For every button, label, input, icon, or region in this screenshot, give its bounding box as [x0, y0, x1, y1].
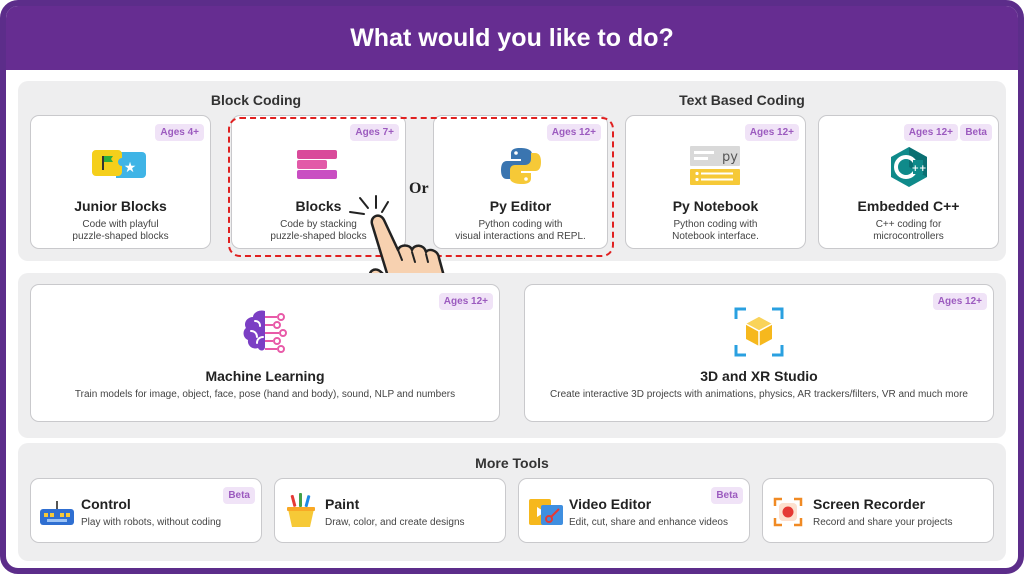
video-edit-icon	[529, 497, 563, 532]
tool-title: Screen Recorder	[813, 496, 926, 512]
card-description: Python coding with Notebook interface.	[672, 219, 759, 242]
tool-title: Control	[81, 496, 131, 512]
notebook-icon: py	[689, 146, 742, 186]
age-badge: Ages 4+	[155, 124, 204, 141]
card-title: Py Editor	[489, 198, 552, 214]
beta-badge: Beta	[223, 487, 255, 504]
age-badge: Ages 12+	[438, 293, 493, 310]
card-description: Code with playful puzzle-shaped blocks	[72, 219, 169, 242]
card-description: Python coding with visual interactions a…	[455, 219, 586, 242]
app-frame: What would you like to do? Block Coding …	[0, 0, 1024, 574]
puzzle-pieces-icon: ★	[91, 146, 150, 182]
page-title: What would you like to do?	[350, 23, 674, 52]
python-logo-icon	[500, 146, 541, 186]
py-notebook-card[interactable]: Ages 12+ py Py Notebook Python coding wi…	[625, 115, 806, 249]
gamepad-icon	[39, 501, 75, 532]
tool-description: Record and share your projects	[813, 517, 953, 528]
embedded-cpp-card[interactable]: Ages 12+ Beta ++ Embedded C++ C++ coding…	[818, 115, 999, 249]
card-title: Embedded C++	[857, 198, 960, 214]
py-editor-card[interactable]: Ages 12+ Py Editor Python coding with vi…	[433, 115, 608, 249]
age-badge: Ages 12+	[546, 124, 601, 141]
control-tool-card[interactable]: Beta Control Play with robots, without c…	[30, 478, 262, 543]
screen-recorder-tool-card[interactable]: Screen Recorder Record and share your pr…	[762, 478, 994, 543]
3d-cube-icon	[734, 307, 784, 357]
record-icon	[773, 497, 803, 532]
card-description: Train models for image, object, face, po…	[74, 389, 456, 400]
svg-text:py: py	[722, 150, 738, 165]
age-badge: Ages 12+	[932, 293, 987, 310]
stacked-blocks-icon	[296, 148, 341, 182]
svg-text:++: ++	[911, 164, 926, 174]
page-header: What would you like to do?	[6, 6, 1018, 70]
card-title: Py Notebook	[672, 198, 759, 214]
brain-circuit-icon	[241, 307, 289, 355]
text-coding-title: Text Based Coding	[679, 92, 805, 108]
cpp-hexagon-icon: ++	[889, 146, 929, 188]
tool-title: Paint	[325, 496, 360, 512]
card-title: Junior Blocks	[74, 198, 167, 214]
beta-badge: Beta	[711, 487, 743, 504]
paint-tool-card[interactable]: Paint Draw, color, and create designs	[274, 478, 506, 543]
card-description: Create interactive 3D projects with anim…	[550, 389, 968, 400]
card-title: Machine Learning	[205, 368, 325, 384]
card-description: C++ coding for microcontrollers	[873, 219, 944, 242]
tool-description: Draw, color, and create designs	[325, 517, 465, 528]
beta-badge: Beta	[960, 124, 992, 141]
card-title: 3D and XR Studio	[700, 368, 818, 384]
video-editor-tool-card[interactable]: Beta Video Editor Edit, cut, share and e…	[518, 478, 750, 543]
tool-title: Video Editor	[569, 496, 652, 512]
svg-text:★: ★	[123, 160, 136, 176]
machine-learning-card[interactable]: Ages 12+ Machine Learning Train models f…	[30, 284, 500, 422]
age-badge: Ages 12+	[744, 124, 799, 141]
tool-description: Edit, cut, share and enhance videos	[569, 517, 728, 528]
more-tools-title: More Tools	[475, 455, 549, 471]
junior-blocks-card[interactable]: Ages 4+ ★ Junior Blocks Code with playfu…	[30, 115, 211, 249]
paint-bucket-icon	[285, 493, 317, 534]
tool-description: Play with robots, without coding	[81, 517, 222, 528]
xr-studio-card[interactable]: Ages 12+ 3D and XR Studio Create interac…	[524, 284, 994, 422]
age-badge: Ages 7+	[350, 124, 399, 141]
age-badge: Ages 12+	[903, 124, 958, 141]
block-coding-title: Block Coding	[210, 92, 302, 108]
